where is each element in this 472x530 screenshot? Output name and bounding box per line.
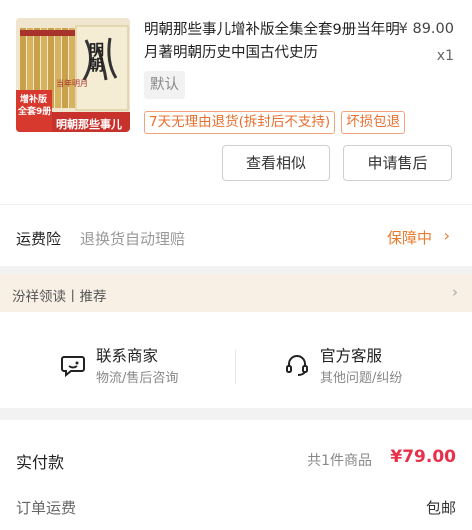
headset-icon (286, 355, 308, 376)
official-service-title: 官方客服 (320, 347, 383, 365)
product-thumbnail[interactable]: 明朝 增补版 全套9册 当年明月 明朝那些事儿 (16, 18, 130, 132)
shop-recommend-text: 汾祥领读丨推荐 (12, 289, 107, 305)
contact-merchant-button[interactable]: 联系商家 物流/售后咨询 (60, 346, 178, 387)
item-count: 共1件商品 (307, 453, 372, 469)
paid-amount: ¥79.00 (390, 447, 456, 467)
cover-banner-title: 明朝那些事儿 (56, 118, 122, 131)
contact-section: 联系商家 物流/售后咨询 官方客服 其他问题/纠纷 (0, 312, 472, 408)
chevron-right-icon: › (452, 283, 458, 301)
cover-spine-title: 明朝 (87, 42, 105, 72)
shipping-fee-value: 包邮 (425, 499, 456, 517)
contact-merchant-title: 联系商家 (96, 347, 159, 365)
order-summary: 实付款 共1件商品 ¥79.00 订单运费 包邮 (0, 420, 472, 530)
product-quantity: x1 (436, 48, 454, 64)
apply-after-sale-button[interactable]: 申请售后 (343, 145, 452, 181)
insurance-label: 运费险 (16, 230, 62, 248)
cover-badge-line2: 全套9册 (18, 107, 52, 117)
section-gap (0, 408, 472, 420)
cover-badge-line3: 当年明月 (56, 79, 88, 88)
product-title[interactable]: 明朝那些事儿增补版全集全套9册当年明月著明朝历史中国古代史历 (144, 19, 406, 65)
product-price: ¥ 89.00 (398, 21, 454, 37)
shipping-insurance-row[interactable]: 运费险 退换货自动理赔 保障中 › (0, 204, 472, 266)
official-service-button[interactable]: 官方客服 其他问题/纠纷 (284, 346, 402, 387)
insurance-status: 保障中 (386, 229, 432, 247)
contact-merchant-sub: 物流/售后咨询 (96, 371, 179, 386)
section-gap (0, 266, 472, 274)
tag-damage-refund: 坏损包退 (341, 111, 406, 134)
insurance-desc: 退换货自动理赔 (80, 230, 186, 248)
official-service-sub: 其他问题/纠纷 (320, 371, 403, 386)
tag-7day-return: 7天无理由退货(拆封后不支持) (144, 111, 336, 134)
paid-label: 实付款 (16, 453, 65, 472)
shipping-fee-label: 订单运费 (16, 499, 77, 517)
view-similar-button[interactable]: 查看相似 (222, 145, 330, 181)
chat-merchant-icon (61, 356, 85, 378)
chevron-right-icon: › (443, 226, 450, 245)
divider (235, 350, 236, 384)
shop-recommend-bar[interactable]: 汾祥领读丨推荐 › (0, 274, 472, 312)
order-item-card: 明朝 增补版 全套9册 当年明月 明朝那些事儿 明朝那些事儿增补版全集全套9册当… (0, 0, 472, 204)
service-tags: 7天无理由退货(拆封后不支持) 坏损包退 (144, 111, 406, 134)
product-spec: 默认 (144, 71, 185, 99)
